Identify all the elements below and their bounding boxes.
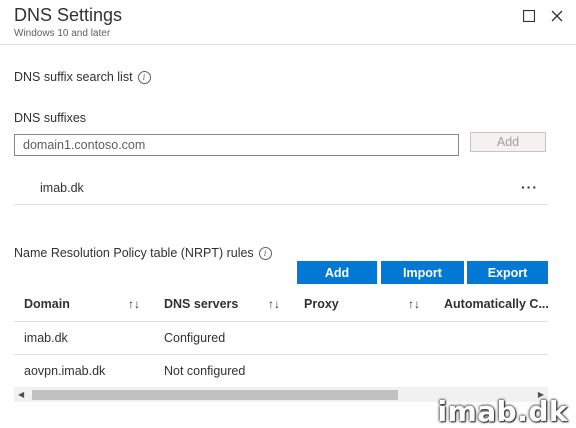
suffix-value: imab.dk: [40, 181, 84, 195]
import-button[interactable]: Import: [381, 261, 464, 284]
nrpt-table: Domain ↑↓ DNS servers ↑↓ Proxy ↑↓ Automa…: [14, 287, 548, 388]
column-header-automatically[interactable]: Automatically C...: [444, 297, 548, 311]
list-item: imab.dk ···: [14, 172, 548, 205]
column-header-proxy[interactable]: Proxy: [304, 297, 339, 311]
column-header-dns-servers[interactable]: DNS servers: [164, 297, 238, 311]
table-row[interactable]: imab.dk Configured: [14, 322, 548, 355]
nrpt-label-text: Name Resolution Policy table (NRPT) rule…: [14, 246, 254, 260]
cell-dns-servers: Configured: [164, 331, 226, 345]
close-icon[interactable]: [546, 5, 568, 27]
info-icon[interactable]: i: [258, 246, 272, 260]
sort-icon[interactable]: ↑↓: [408, 297, 420, 311]
dns-suffix-input[interactable]: [14, 134, 459, 156]
blade-header: DNS Settings Windows 10 and later: [0, 0, 576, 45]
scrollbar-thumb[interactable]: [32, 390, 398, 400]
sort-icon[interactable]: ↑↓: [268, 297, 280, 311]
dns-suffix-search-label: DNS suffix search list i: [14, 70, 151, 84]
cell-dns-servers: Not configured: [164, 364, 246, 378]
table-row[interactable]: aovpn.imab.dk Not configured: [14, 355, 548, 388]
export-button[interactable]: Export: [467, 261, 548, 284]
sort-icon[interactable]: ↑↓: [128, 297, 140, 311]
dns-suffixes-label: DNS suffixes: [14, 111, 87, 125]
column-header-domain[interactable]: Domain: [24, 297, 70, 311]
watermark: imab.dk: [437, 395, 568, 428]
cell-domain: aovpn.imab.dk: [24, 364, 106, 378]
add-suffix-button[interactable]: Add: [470, 132, 546, 152]
cell-domain: imab.dk: [24, 331, 68, 345]
page-subtitle: Windows 10 and later: [14, 28, 111, 39]
info-icon[interactable]: i: [137, 70, 151, 84]
dns-suffix-search-text: DNS suffix search list: [14, 70, 133, 84]
add-rule-button[interactable]: Add: [297, 261, 377, 284]
nrpt-label: Name Resolution Policy table (NRPT) rule…: [14, 246, 272, 260]
scroll-left-icon[interactable]: ◀: [18, 390, 24, 399]
more-options-icon[interactable]: ···: [521, 179, 538, 195]
maximize-icon[interactable]: [518, 5, 540, 27]
table-header-row: Domain ↑↓ DNS servers ↑↓ Proxy ↑↓ Automa…: [14, 287, 548, 322]
page-title: DNS Settings: [14, 5, 123, 25]
